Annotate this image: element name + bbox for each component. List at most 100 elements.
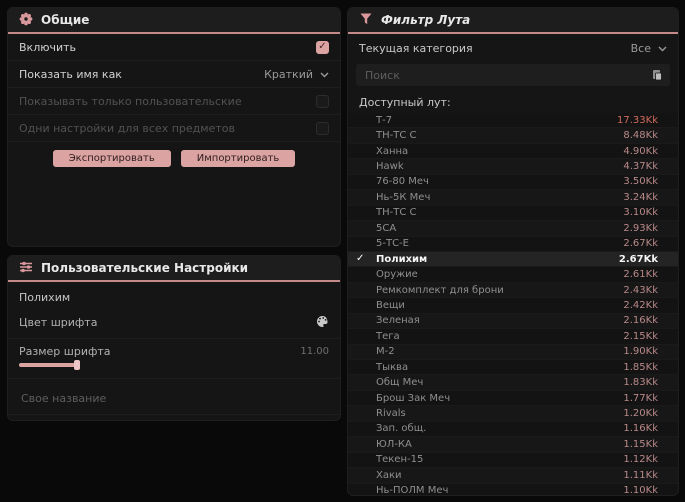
item-name: Общ Меч <box>376 377 424 389</box>
loot-filter-panel: Фильтр Лута Текущая категория Все Доступ… <box>348 8 678 495</box>
item-name: Брош Зак Меч <box>376 392 451 404</box>
display-name-label: Показать имя как <box>19 67 122 81</box>
only-custom-row: Показывать только пользовательские <box>8 88 340 115</box>
sliders-icon <box>19 259 33 278</box>
display-name-dropdown-value: Краткий <box>264 67 313 81</box>
list-item[interactable]: Оружие 2.61Kk <box>348 267 678 283</box>
export-import-row: Экспортировать Импортировать <box>8 150 340 167</box>
font-size-label: Размер шрифта <box>19 345 111 358</box>
list-item[interactable]: ТН-ТС С 3.10Kk <box>348 205 678 222</box>
list-item[interactable]: Нь-ПОЛМ Меч 1.10Kk <box>348 483 678 495</box>
available-loot-label: Доступный лут: <box>359 96 451 109</box>
list-item[interactable]: Общ Меч 1.83Kk <box>348 375 678 391</box>
item-value: 1.12Kk <box>623 454 658 466</box>
list-item[interactable]: ЮЛ-КА 1.15Kk <box>348 437 678 453</box>
item-value: 2.42Kk <box>623 299 658 311</box>
item-name: Оружие <box>376 269 418 281</box>
search-bar <box>356 64 670 86</box>
font-size-value: 11.00 <box>300 346 329 357</box>
item-name: Текен-15 <box>376 454 424 466</box>
list-item[interactable]: Т-7 17.33Kk <box>348 113 678 129</box>
custom-name-row <box>8 379 340 415</box>
item-value: 4.90Kk <box>623 145 658 157</box>
general-panel-header: Общие <box>8 8 340 34</box>
enable-checkbox[interactable]: ✓ <box>316 40 329 54</box>
category-dropdown-value: Все <box>630 41 651 55</box>
font-color-row: Цвет шрифта <box>8 307 340 339</box>
item-value: 1.15Kk <box>623 438 658 450</box>
list-item[interactable]: М-2 1.90Kk <box>348 344 678 360</box>
custom-settings-panel: Пользовательские Настройки Полихим Цвет … <box>8 256 340 420</box>
item-name: ТН-ТС С <box>376 207 417 219</box>
item-value: 2.15Kk <box>623 330 658 342</box>
item-name: Хаки <box>376 469 402 481</box>
chevron-down-icon <box>658 42 667 55</box>
list-item[interactable]: ТН-ТС С 8.48Kk <box>348 128 678 144</box>
enable-label: Включить <box>19 40 77 54</box>
item-value: 1.20Kk <box>623 408 658 420</box>
list-item[interactable]: 5СА 2.93Kk <box>348 221 678 237</box>
export-button[interactable]: Экспортировать <box>52 150 171 167</box>
display-name-dropdown[interactable]: Краткий <box>264 68 329 81</box>
item-name: Ханна <box>376 145 409 157</box>
import-button[interactable]: Импортировать <box>180 150 296 167</box>
item-name: Rivals <box>376 408 406 420</box>
list-item[interactable]: Тыква 1.85Kk <box>348 360 678 376</box>
funnel-icon <box>359 11 373 30</box>
item-name: Полихим <box>376 253 428 265</box>
same-settings-label: Одни настройки для всех предметов <box>19 121 235 135</box>
item-name: Т-7 <box>376 114 393 126</box>
font-size-slider[interactable] <box>19 360 329 370</box>
list-item[interactable]: Ханна 4.90Kk <box>348 143 678 160</box>
list-item[interactable]: ✓ Полихим 2.67Kk <box>348 251 678 268</box>
list-item[interactable]: 5-ТС-Е 2.67Kk <box>348 236 678 252</box>
item-value: 1.11Kk <box>623 469 658 481</box>
item-value: 2.61Kk <box>623 269 658 281</box>
custom-name-input[interactable] <box>19 391 333 406</box>
item-name: 76-80 Меч <box>376 176 429 188</box>
search-input[interactable] <box>363 67 645 83</box>
item-value: 4.37Kk <box>623 161 658 173</box>
list-item[interactable]: Зеленая 2.16Kk <box>348 313 678 330</box>
palette-icon[interactable] <box>316 313 329 332</box>
item-value: 2.93Kk <box>623 222 658 234</box>
item-name: 5-ТС-Е <box>376 238 409 250</box>
item-value: 2.16Kk <box>623 315 658 327</box>
panel-title: Фильтр Лута <box>381 13 471 27</box>
general-panel: Общие Включить ✓ Показать имя как Кратки… <box>8 8 340 246</box>
item-value: 2.67Kk <box>618 253 658 265</box>
list-item[interactable]: Текен-15 1.12Kk <box>348 452 678 469</box>
category-row: Текущая категория Все <box>348 34 678 62</box>
list-item[interactable]: Брош Зак Меч 1.77Kk <box>348 390 678 407</box>
list-item[interactable]: Rivals 1.20Kk <box>348 406 678 422</box>
list-item[interactable]: Ремкомплект для брони 2.43Kk <box>348 282 678 299</box>
list-item[interactable]: 76-80 Меч 3.50Kk <box>348 174 678 191</box>
list-item[interactable]: Вещи 2.42Kk <box>348 298 678 314</box>
item-value: 1.16Kk <box>623 423 658 435</box>
item-name: Зеленая <box>376 315 420 327</box>
category-dropdown[interactable]: Все <box>631 42 667 55</box>
slider-fill <box>19 363 77 367</box>
list-item[interactable]: Нь-5К Меч 3.24Kk <box>348 190 678 206</box>
panel-title: Общие <box>41 13 90 27</box>
list-item[interactable]: Тега 2.15Kk <box>348 329 678 345</box>
item-name: 5СА <box>376 222 397 234</box>
item-value: 1.85Kk <box>623 361 658 373</box>
slider-handle[interactable] <box>74 360 80 370</box>
loot-filter-header: Фильтр Лута <box>348 8 678 34</box>
loot-list: Т-7 17.33Kk ТН-ТС С 8.48Kk Ханна 4.90Kk Hawk 4.… <box>348 113 678 495</box>
same-settings-row: Одни настройки для всех предметов <box>8 115 340 142</box>
item-value: 3.10Kk <box>623 207 658 219</box>
list-item[interactable]: Hawk 4.37Kk <box>348 159 678 175</box>
list-item[interactable]: Зап. общ. 1.16Kk <box>348 421 678 438</box>
only-custom-checkbox <box>316 94 329 108</box>
item-value: 1.83Kk <box>623 377 658 389</box>
list-item[interactable]: Хаки 1.11Kk <box>348 468 678 484</box>
paste-icon[interactable] <box>651 66 663 85</box>
item-name: Тега <box>376 330 400 342</box>
category-label: Текущая категория <box>359 41 473 55</box>
gear-icon <box>19 11 33 30</box>
chevron-down-icon <box>320 68 329 81</box>
item-value: 3.24Kk <box>623 191 658 203</box>
item-value: 8.48Kk <box>623 130 658 142</box>
